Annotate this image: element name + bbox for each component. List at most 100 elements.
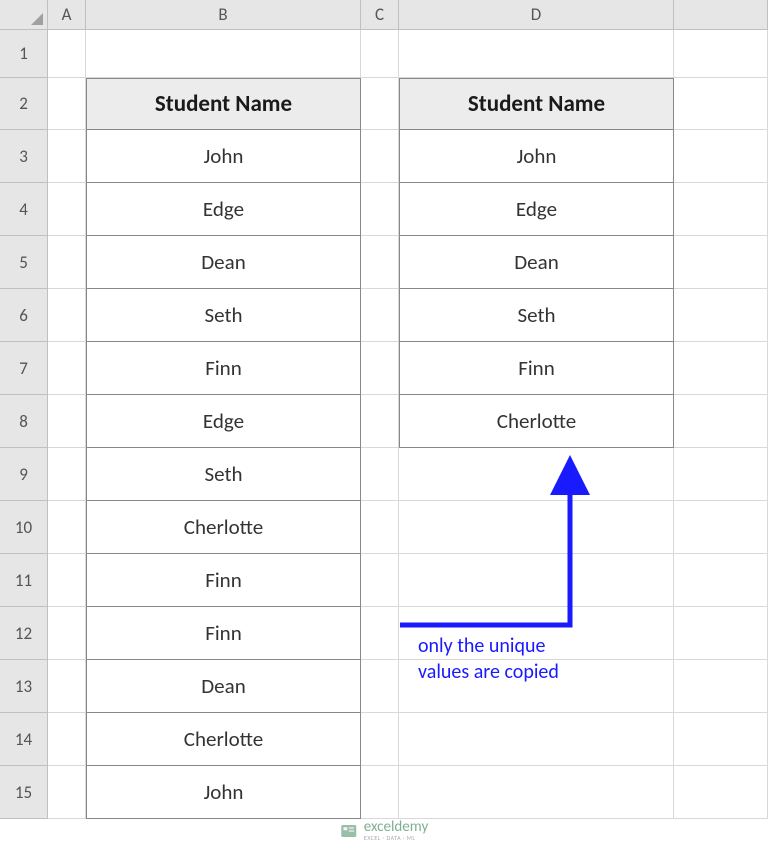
select-all-corner[interactable] (0, 0, 48, 30)
cell-d9[interactable] (399, 448, 674, 501)
row-header-6[interactable]: 6 (0, 289, 48, 342)
cell-a14[interactable] (48, 713, 86, 766)
cell-a4[interactable] (48, 183, 86, 236)
cell-c8[interactable] (361, 395, 399, 448)
cell-c3[interactable] (361, 130, 399, 183)
cell-d6[interactable]: Seth (399, 289, 674, 342)
cell-c2[interactable] (361, 78, 399, 130)
cell-a12[interactable] (48, 607, 86, 660)
cell-c6[interactable] (361, 289, 399, 342)
cell-a15[interactable] (48, 766, 86, 819)
row-header-9[interactable]: 9 (0, 448, 48, 501)
cell-d13[interactable] (399, 660, 674, 713)
row-header-7[interactable]: 7 (0, 342, 48, 395)
cell-b12[interactable]: Finn (86, 607, 361, 660)
cell-c7[interactable] (361, 342, 399, 395)
cell-d12[interactable] (399, 607, 674, 660)
cell-c13[interactable] (361, 660, 399, 713)
cell-c12[interactable] (361, 607, 399, 660)
cell-d14[interactable] (399, 713, 674, 766)
cell-a2[interactable] (48, 78, 86, 130)
row-header-13[interactable]: 13 (0, 660, 48, 713)
watermark-icon (340, 822, 358, 840)
watermark-sub: EXCEL · DATA · ML (364, 835, 428, 841)
cell-e6[interactable] (674, 289, 768, 342)
cell-e12[interactable] (674, 607, 768, 660)
row-header-1[interactable]: 1 (0, 30, 48, 78)
cell-c11[interactable] (361, 554, 399, 607)
col-header-c[interactable]: C (361, 0, 399, 30)
cell-c1[interactable] (361, 30, 399, 78)
cell-c5[interactable] (361, 236, 399, 289)
cell-e11[interactable] (674, 554, 768, 607)
cell-b5[interactable]: Dean (86, 236, 361, 289)
row-header-8[interactable]: 8 (0, 395, 48, 448)
cell-c9[interactable] (361, 448, 399, 501)
cell-d8[interactable]: Cherlotte (399, 395, 674, 448)
cell-e15[interactable] (674, 766, 768, 819)
cell-b15[interactable]: John (86, 766, 361, 819)
cell-b2-header[interactable]: Student Name (86, 78, 361, 130)
col-header-a[interactable]: A (48, 0, 86, 30)
cell-b3[interactable]: John (86, 130, 361, 183)
cell-b13[interactable]: Dean (86, 660, 361, 713)
col-header-d[interactable]: D (399, 0, 674, 30)
cell-a6[interactable] (48, 289, 86, 342)
cell-e5[interactable] (674, 236, 768, 289)
cell-e14[interactable] (674, 713, 768, 766)
cell-c4[interactable] (361, 183, 399, 236)
watermark-main: exceldemy (364, 820, 428, 835)
cell-a5[interactable] (48, 236, 86, 289)
col-header-blank[interactable] (674, 0, 768, 30)
cell-c15[interactable] (361, 766, 399, 819)
cell-b11[interactable]: Finn (86, 554, 361, 607)
cell-e1[interactable] (674, 30, 768, 78)
cell-a11[interactable] (48, 554, 86, 607)
row-header-11[interactable]: 11 (0, 554, 48, 607)
cell-e2[interactable] (674, 78, 768, 130)
cell-d1[interactable] (399, 30, 674, 78)
cell-b14[interactable]: Cherlotte (86, 713, 361, 766)
cell-d7[interactable]: Finn (399, 342, 674, 395)
row-header-3[interactable]: 3 (0, 130, 48, 183)
cell-e7[interactable] (674, 342, 768, 395)
row-header-5[interactable]: 5 (0, 236, 48, 289)
cell-b6[interactable]: Seth (86, 289, 361, 342)
row-header-14[interactable]: 14 (0, 713, 48, 766)
cell-a8[interactable] (48, 395, 86, 448)
cell-e4[interactable] (674, 183, 768, 236)
cell-b1[interactable] (86, 30, 361, 78)
row-header-12[interactable]: 12 (0, 607, 48, 660)
cell-c14[interactable] (361, 713, 399, 766)
cell-e3[interactable] (674, 130, 768, 183)
cell-d4[interactable]: Edge (399, 183, 674, 236)
cell-d5[interactable]: Dean (399, 236, 674, 289)
col-header-b[interactable]: B (86, 0, 361, 30)
cell-e10[interactable] (674, 501, 768, 554)
row-header-15[interactable]: 15 (0, 766, 48, 819)
cell-a9[interactable] (48, 448, 86, 501)
cell-b8[interactable]: Edge (86, 395, 361, 448)
cell-e8[interactable] (674, 395, 768, 448)
cell-c10[interactable] (361, 501, 399, 554)
cell-b9[interactable]: Seth (86, 448, 361, 501)
cell-a10[interactable] (48, 501, 86, 554)
cell-a1[interactable] (48, 30, 86, 78)
cell-b4[interactable]: Edge (86, 183, 361, 236)
cell-d3[interactable]: John (399, 130, 674, 183)
watermark: exceldemy EXCEL · DATA · ML (340, 820, 428, 841)
cell-e9[interactable] (674, 448, 768, 501)
cell-d15[interactable] (399, 766, 674, 819)
cell-b7[interactable]: Finn (86, 342, 361, 395)
cell-a13[interactable] (48, 660, 86, 713)
cell-d2-header[interactable]: Student Name (399, 78, 674, 130)
cell-d11[interactable] (399, 554, 674, 607)
cell-b10[interactable]: Cherlotte (86, 501, 361, 554)
cell-a7[interactable] (48, 342, 86, 395)
cell-d10[interactable] (399, 501, 674, 554)
row-header-4[interactable]: 4 (0, 183, 48, 236)
row-header-10[interactable]: 10 (0, 501, 48, 554)
cell-e13[interactable] (674, 660, 768, 713)
row-header-2[interactable]: 2 (0, 78, 48, 130)
cell-a3[interactable] (48, 130, 86, 183)
